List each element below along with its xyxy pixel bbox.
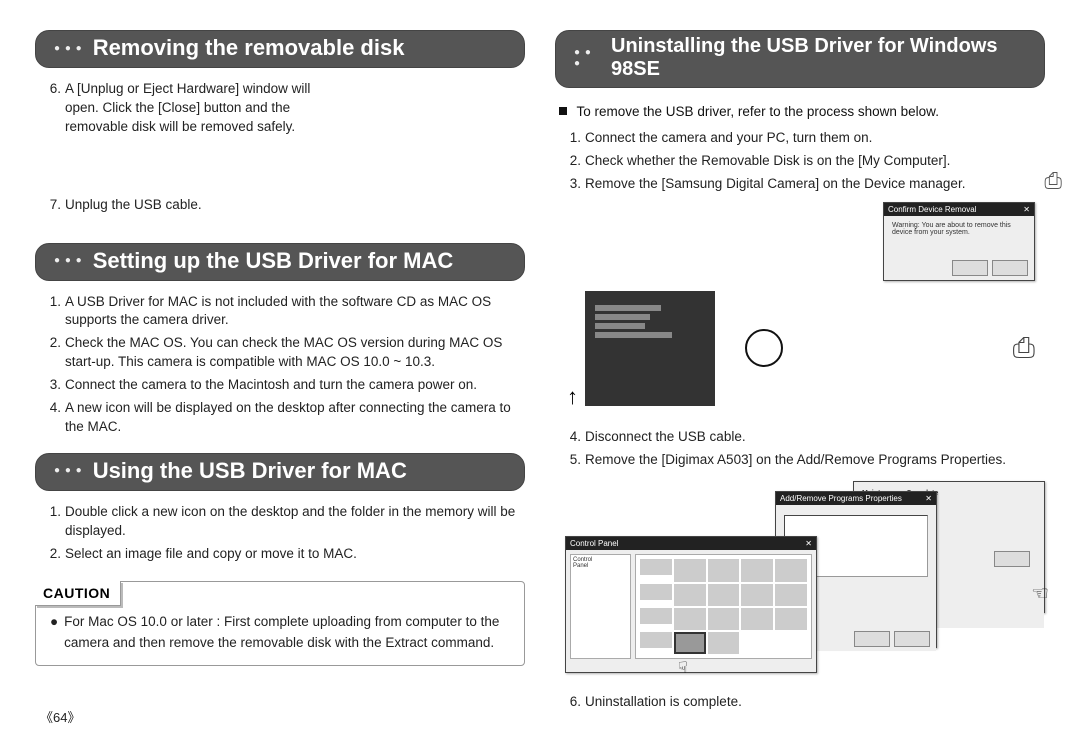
header-dots-icon: ● ● ● bbox=[574, 47, 601, 69]
left-column: ● ● ● Removing the removable disk 6. A [… bbox=[35, 30, 525, 736]
close-icon: ✕ bbox=[805, 539, 812, 548]
caution-label: CAUTION bbox=[35, 581, 121, 606]
side-panel: ControlPanel bbox=[570, 554, 631, 659]
close-icon: ✕ bbox=[925, 494, 932, 503]
header-dots-icon: ● ● ● bbox=[54, 255, 83, 266]
header-text: Removing the removable disk bbox=[93, 35, 405, 61]
header-removing-disk: ● ● ● Removing the removable disk bbox=[35, 30, 525, 68]
square-bullet-icon bbox=[559, 107, 567, 115]
cd-box-image bbox=[585, 291, 715, 406]
illustration-row: ↑ ⎙ bbox=[585, 291, 1045, 406]
header-dots-icon: ● ● ● bbox=[54, 465, 83, 476]
caution-box: CAUTION ● For Mac OS 10.0 or later : Fir… bbox=[35, 581, 525, 666]
control-panel-dialog: Control Panel✕ ControlPanel ☟ bbox=[565, 536, 817, 673]
bullet-icon: ● bbox=[48, 612, 64, 653]
close-icon: ✕ bbox=[1023, 205, 1030, 214]
power-icon bbox=[745, 329, 783, 367]
header-text: Uninstalling the USB Driver for Windows … bbox=[611, 35, 1026, 81]
cancel-button bbox=[992, 260, 1028, 276]
pointer-hand-icon: ☟ bbox=[678, 658, 688, 678]
usb-icon: ⎙ bbox=[1013, 334, 1035, 362]
step-7: 7. Unplug the USB cable. bbox=[35, 196, 525, 215]
header-text: Using the USB Driver for MAC bbox=[93, 458, 407, 484]
ok-button bbox=[854, 631, 890, 647]
header-dots-icon: ● ● ● bbox=[54, 43, 83, 54]
confirm-dialog: Confirm Device Removal✕ Warning: You are… bbox=[883, 202, 1035, 281]
right-column: ● ● ● Uninstalling the USB Driver for Wi… bbox=[555, 30, 1045, 736]
step-6: 6. A [Unplug or Eject Hardware] window w… bbox=[35, 80, 525, 137]
cancel-button bbox=[894, 631, 930, 647]
header-setting-mac: ● ● ● Setting up the USB Driver for MAC bbox=[35, 243, 525, 281]
page-number: 《64》 bbox=[40, 707, 80, 726]
header-using-mac: ● ● ● Using the USB Driver for MAC bbox=[35, 453, 525, 491]
usb-icon: ⎙ bbox=[1044, 168, 1062, 194]
lead-text: To remove the USB driver, refer to the p… bbox=[559, 104, 1045, 119]
install-button bbox=[994, 551, 1030, 567]
ok-button bbox=[952, 260, 988, 276]
arrow-up-icon: ↑ bbox=[567, 384, 578, 410]
header-text: Setting up the USB Driver for MAC bbox=[93, 248, 454, 274]
caution-text: For Mac OS 10.0 or later : First complet… bbox=[64, 612, 512, 653]
pointer-hand-icon: ☜ bbox=[1031, 581, 1049, 606]
header-uninstall-win98: ● ● ● Uninstalling the USB Driver for Wi… bbox=[555, 30, 1045, 88]
dialog-cluster: Maintenance Complete Add/Remove Programs… bbox=[565, 481, 1045, 681]
